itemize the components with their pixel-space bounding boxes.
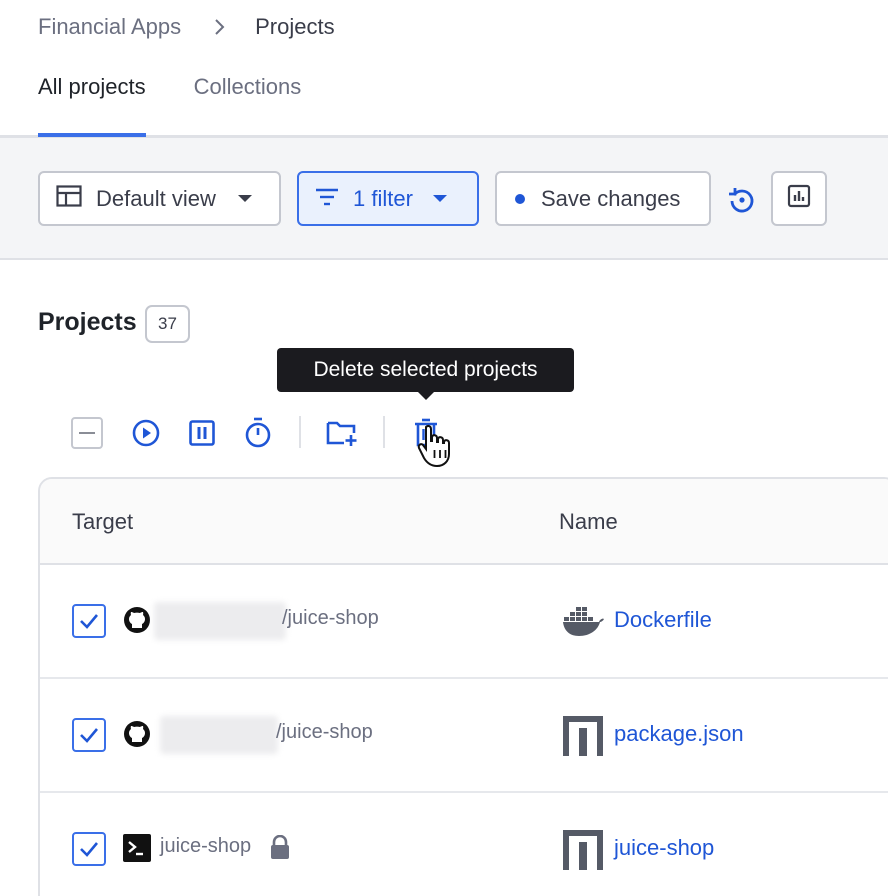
schedule-button[interactable]: [241, 416, 275, 450]
save-changes-button[interactable]: Save changes: [495, 171, 711, 226]
npm-icon: [562, 715, 604, 757]
table-row: /juice-shop Dockerfile: [40, 565, 888, 679]
checkmark-icon: [80, 728, 98, 743]
tab-all-projects[interactable]: All projects: [38, 72, 146, 137]
target-repo-text: /juice-shop: [282, 607, 379, 629]
chevron-right-icon: [213, 17, 225, 37]
toolbar-divider: [383, 416, 385, 448]
projects-title: Projects: [38, 308, 137, 336]
filter-icon: [315, 186, 339, 212]
pause-icon: [189, 420, 215, 446]
column-header-name[interactable]: Name: [559, 509, 618, 535]
caret-down-icon: [432, 195, 447, 202]
filter-label: 1 filter: [353, 185, 413, 211]
target-repo-text: /juice-shop: [276, 721, 373, 743]
filter-button[interactable]: 1 filter: [297, 171, 479, 226]
docker-icon: [562, 601, 604, 643]
project-name-link[interactable]: juice-shop: [614, 835, 714, 861]
run-button[interactable]: [129, 416, 163, 450]
chart-toggle-button[interactable]: [771, 171, 827, 226]
breadcrumb-parent-link[interactable]: Financial Apps: [38, 14, 181, 40]
checkmark-icon: [80, 842, 98, 857]
select-all-checkbox[interactable]: [70, 416, 104, 450]
checkmark-icon: [80, 614, 98, 629]
npm-icon: [562, 829, 604, 871]
projects-table: Target Name /juice-shop Dockerfile /juic…: [38, 477, 888, 896]
projects-count-badge: 37: [145, 305, 190, 343]
terminal-icon: [122, 833, 152, 863]
table-row: juice-shop juice-shop: [40, 793, 888, 896]
redacted-owner: [154, 602, 286, 640]
redacted-owner: [160, 716, 278, 754]
row-checkbox[interactable]: [72, 832, 106, 866]
project-name-link[interactable]: Dockerfile: [614, 607, 712, 633]
delete-button[interactable]: [409, 416, 443, 450]
github-icon: [122, 605, 152, 635]
page-header: Financial Apps Projects All projects Col…: [0, 0, 888, 138]
project-name-link[interactable]: package.json: [614, 721, 744, 747]
view-select-label: Default view: [96, 185, 216, 211]
breadcrumb-current: Projects: [255, 14, 335, 39]
bulk-actions-bar: [70, 414, 470, 452]
trash-icon: [415, 418, 437, 447]
github-icon: [122, 719, 152, 749]
toolbar-divider: [299, 416, 301, 448]
folder-add-icon: [326, 421, 357, 446]
unsaved-dot-icon: [515, 193, 525, 204]
table-header: Target Name: [40, 479, 888, 565]
bar-chart-icon: [787, 184, 811, 214]
play-icon: [132, 419, 160, 447]
delete-tooltip: Delete selected projects: [277, 348, 574, 400]
save-changes-label: Save changes: [541, 185, 681, 211]
column-header-target[interactable]: Target: [72, 509, 133, 535]
tab-bar: All projects Collections: [38, 72, 349, 137]
reset-view-icon[interactable]: [724, 182, 760, 218]
table-row: /juice-shop package.json: [40, 679, 888, 793]
pause-button[interactable]: [185, 416, 219, 450]
indeterminate-checkbox-icon: [71, 417, 103, 449]
row-checkbox[interactable]: [72, 718, 106, 752]
row-checkbox[interactable]: [72, 604, 106, 638]
lock-icon: [269, 834, 291, 859]
add-to-collection-button[interactable]: [325, 416, 359, 450]
table-layout-icon: [56, 184, 82, 213]
target-repo-text: juice-shop: [160, 835, 252, 857]
timer-icon: [245, 417, 271, 448]
tab-collections[interactable]: Collections: [194, 72, 302, 136]
breadcrumb: Financial Apps Projects: [38, 14, 335, 40]
view-select-button[interactable]: Default view: [38, 171, 281, 226]
caret-down-icon: [237, 195, 252, 202]
